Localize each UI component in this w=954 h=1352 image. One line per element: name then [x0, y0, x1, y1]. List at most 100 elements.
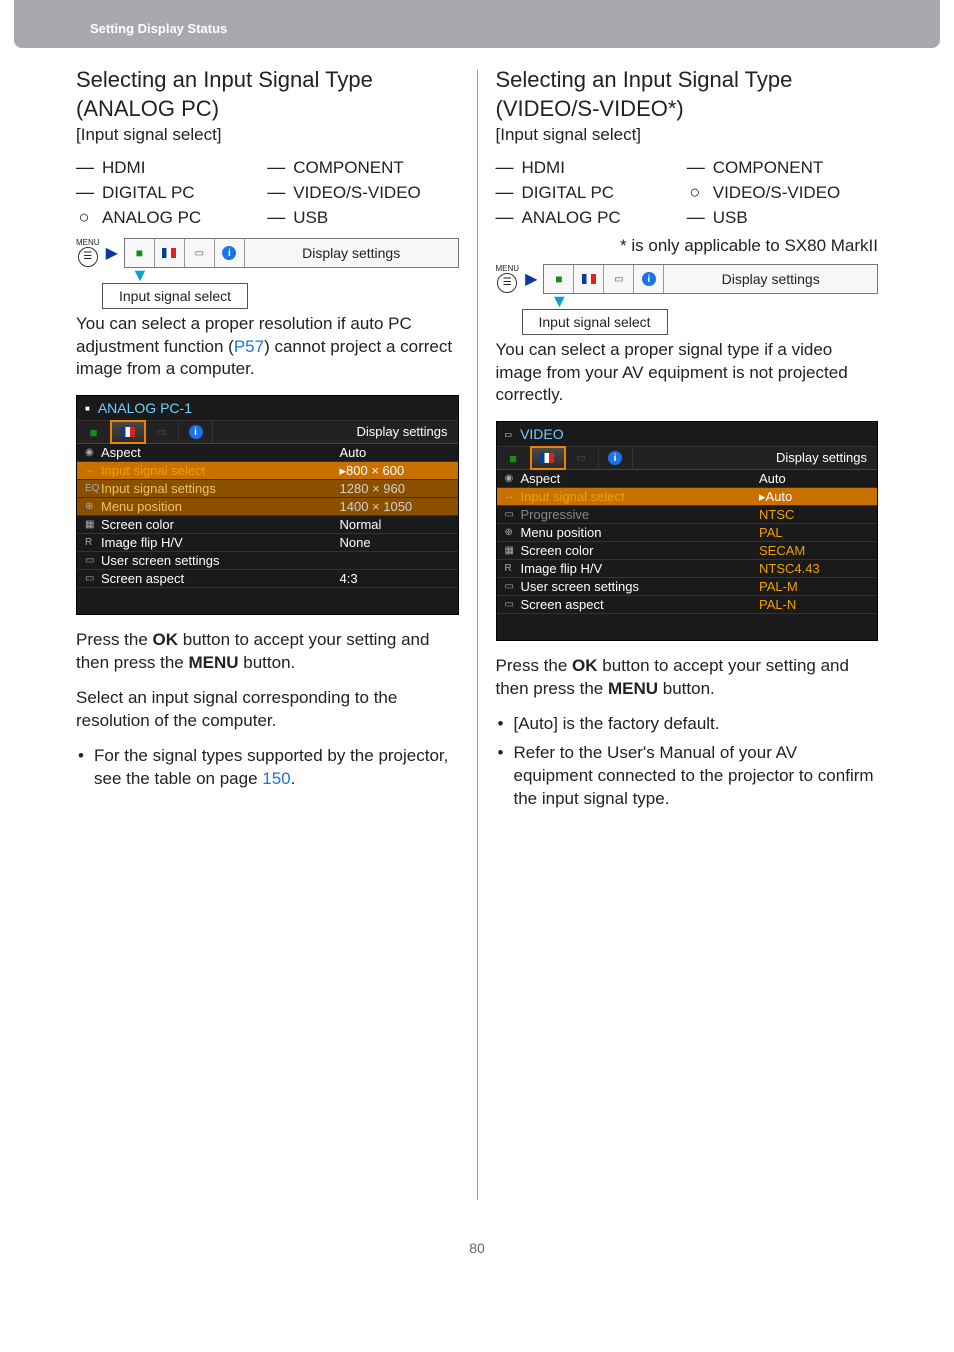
tab-info-icon: i — [634, 265, 664, 293]
tab-flag-icon — [574, 265, 604, 293]
menu-button-icon: MENU ☰ — [496, 265, 520, 293]
signal-label: USB — [713, 208, 748, 228]
osd-row-label: Screen aspect — [101, 571, 340, 586]
list-item: [Auto] is the factory default. — [514, 713, 879, 736]
arrow-down-icon: ▼ — [551, 294, 879, 308]
left-bullets: For the signal types supported by the pr… — [76, 745, 459, 791]
ok-label: OK — [153, 630, 179, 649]
list-item: Refer to the User's Manual of your AV eq… — [514, 742, 879, 811]
signal-marker: — — [687, 207, 703, 228]
tabbar: ■ ▭ i Display settings — [543, 264, 878, 294]
signal-item: — HDMI — [496, 155, 687, 180]
osd-screenshot-video: ▭VIDEO ■ ▭ i Display settings ◉AspectAut… — [496, 421, 879, 641]
right-column: Selecting an Input Signal Type (VIDEO/S-… — [478, 66, 879, 1200]
osd-row: ▭User screen settingsPAL-M — [497, 578, 878, 596]
signal-item: ○ ANALOG PC — [76, 205, 267, 230]
osd-tab-icon: ▭ — [145, 421, 179, 443]
osd-row: ◉AspectAuto — [77, 444, 458, 462]
page-ref-link[interactable]: 150 — [262, 769, 290, 788]
footnote: * is only applicable to SX80 MarkII — [496, 236, 879, 256]
osd-row-value: SECAM — [759, 543, 869, 558]
signal-marker: — — [76, 182, 92, 203]
left-paragraph-3: Select an input signal corresponding to … — [76, 687, 459, 733]
osd-row-label: Input signal select — [521, 489, 760, 504]
page-number: 80 — [0, 1240, 954, 1286]
osd-row-value: Auto — [759, 471, 869, 486]
left-title: Selecting an Input Signal Type (ANALOG P… — [76, 66, 459, 123]
osd-row: ▭Screen aspect4:3 — [77, 570, 458, 588]
osd-row-value: 4:3 — [340, 571, 450, 586]
menu-arrow-icon: ▶ — [525, 269, 537, 289]
menu-button-icon: MENU ☰ — [76, 239, 100, 267]
osd-row-value: ▸Auto — [759, 489, 869, 505]
signal-marker: ○ — [76, 207, 92, 228]
osd-row: ▭ProgressiveNTSC — [497, 506, 878, 524]
signal-label: ANALOG PC — [522, 208, 621, 228]
left-paragraph-2: Press the OK button to accept your setti… — [76, 629, 459, 675]
osd-row-label: Screen aspect — [521, 597, 760, 612]
osd-tabs-label: Display settings — [633, 447, 878, 469]
osd-row-icon: R — [505, 563, 521, 574]
tab-picture-icon: ■ — [125, 239, 155, 267]
signal-marker: — — [687, 157, 703, 178]
osd-row-value: ▸800 × 600 — [340, 463, 450, 479]
right-bullets: [Auto] is the factory default. Refer to … — [496, 713, 879, 811]
osd-row-icon: ⊕ — [85, 501, 101, 512]
osd-row-label: Image flip H/V — [521, 561, 760, 576]
menu-label: MENU — [188, 653, 238, 672]
two-column-layout: Selecting an Input Signal Type (ANALOG P… — [0, 66, 954, 1200]
osd-row-label: User screen settings — [521, 579, 760, 594]
signal-marker: — — [496, 207, 512, 228]
right-signal-list: —HDMI —COMPONENT —DIGITAL PC ○VIDEO/S-VI… — [496, 155, 879, 230]
signal-marker: — — [496, 157, 512, 178]
osd-row-value: NTSC — [759, 507, 869, 522]
signal-marker: — — [267, 207, 283, 228]
osd-row-icon: ▭ — [85, 573, 101, 584]
osd-tab-icon: ■ — [497, 447, 531, 469]
header-text: Setting Display Status — [90, 21, 227, 36]
osd-row-icon: R — [85, 537, 101, 548]
osd-row-value: PAL-N — [759, 597, 869, 612]
osd-row-value: NTSC4.43 — [759, 561, 869, 576]
osd-row: ▦Screen colorSECAM — [497, 542, 878, 560]
osd-row-label: Input signal settings — [101, 481, 340, 496]
osd-row-label: Image flip H/V — [101, 535, 340, 550]
osd-row-label: User screen settings — [101, 553, 340, 568]
osd-tab-icon-selected — [531, 447, 565, 469]
right-paragraph-2: Press the OK button to accept your setti… — [496, 655, 879, 701]
signal-label: USB — [293, 208, 328, 228]
tab-picture-icon: ■ — [544, 265, 574, 293]
list-item: For the signal types supported by the pr… — [94, 745, 459, 791]
osd-row-icon: EQ — [85, 483, 101, 494]
osd-row-label: Input signal select — [101, 463, 340, 478]
signal-label: ANALOG PC — [102, 208, 201, 228]
osd-row-icon: ↔ — [505, 491, 521, 502]
left-subhead: [Input signal select] — [76, 125, 459, 145]
menu-arrow-icon: ▶ — [106, 243, 118, 263]
signal-item: —DIGITAL PC — [76, 180, 267, 205]
crossref-link[interactable]: P57 — [234, 337, 264, 356]
callout-label: Input signal select — [102, 283, 248, 309]
signal-marker: — — [76, 157, 92, 178]
left-signal-list: —HDMI —COMPONENT —DIGITAL PC —VIDEO/S-VI… — [76, 155, 459, 230]
signal-item: — USB — [687, 205, 878, 230]
signal-label: HDMI — [522, 158, 565, 178]
page-header: Setting Display Status — [14, 0, 940, 48]
signal-item: — HDMI — [76, 155, 267, 180]
signal-marker: — — [267, 182, 283, 203]
osd-row: ▭User screen settings — [77, 552, 458, 570]
osd-title: ■ANALOG PC-1 — [77, 396, 458, 421]
osd-row-icon: ⊕ — [505, 527, 521, 538]
signal-marker: ○ — [687, 182, 703, 203]
osd-row-icon: ▦ — [505, 545, 521, 556]
osd-tab-icon-selected — [111, 421, 145, 443]
osd-row: ⊕Menu position1400 × 1050 — [77, 498, 458, 516]
signal-label: COMPONENT — [713, 158, 824, 178]
osd-row-label: Aspect — [521, 471, 760, 486]
osd-tab-icon: ■ — [77, 421, 111, 443]
menu-diagram: MENU ☰ ▶ ■ ▭ i Display settings ▼ Input … — [496, 264, 879, 334]
signal-label: VIDEO/S-VIDEO — [713, 183, 841, 203]
signal-label: HDMI — [102, 158, 145, 178]
osd-row-icon: ◉ — [85, 447, 101, 458]
osd-row-label: Progressive — [521, 507, 760, 522]
